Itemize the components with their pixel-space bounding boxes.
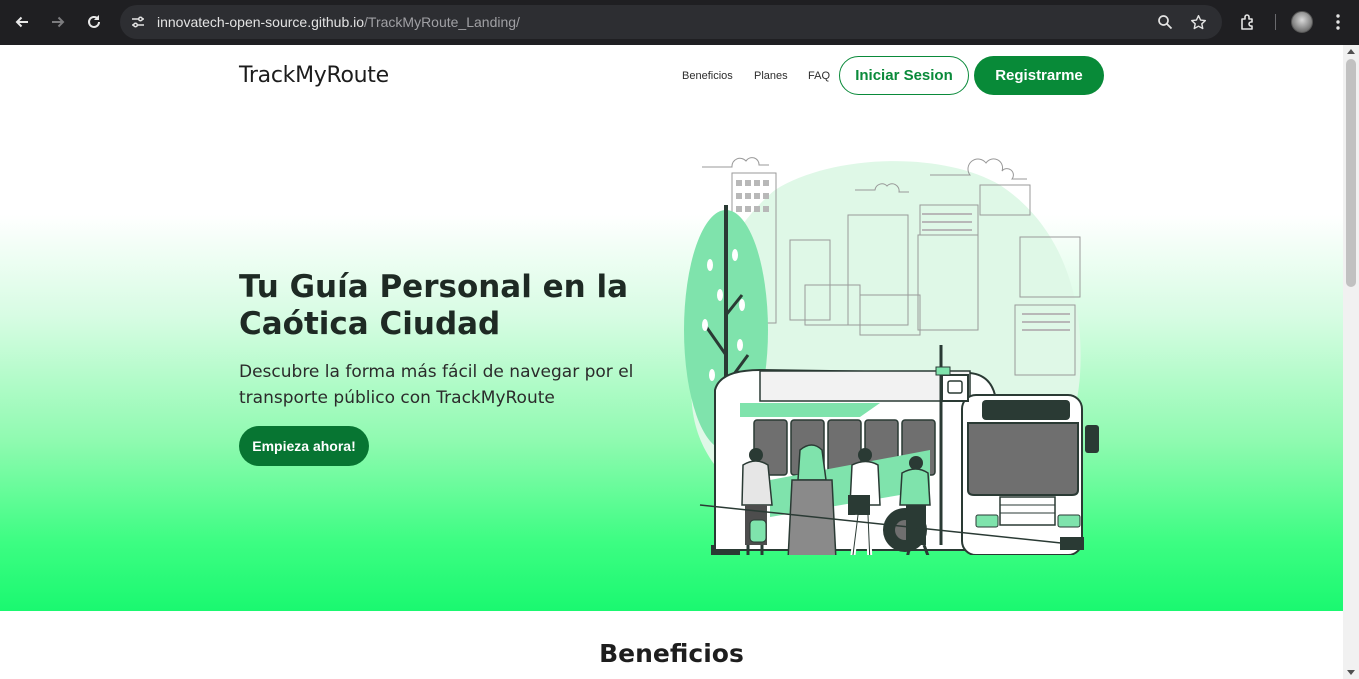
- login-button[interactable]: Iniciar Sesion: [839, 56, 969, 95]
- nav-link-beneficios[interactable]: Beneficios: [682, 70, 733, 82]
- scroll-up-arrow-icon[interactable]: [1347, 49, 1355, 54]
- scroll-down-arrow-icon[interactable]: [1347, 670, 1355, 675]
- back-icon[interactable]: [4, 4, 40, 40]
- hero-title: Tu Guía Personal en la Caótica Ciudad: [239, 269, 629, 342]
- site-settings-icon[interactable]: [128, 12, 148, 32]
- toolbar-separator: [1275, 14, 1276, 30]
- browser-toolbar: innovatech-open-source.github.io/TrackMy…: [0, 0, 1359, 45]
- bookmark-star-icon[interactable]: [1188, 12, 1208, 32]
- page-scrollbar[interactable]: [1343, 45, 1359, 679]
- nav-link-faq[interactable]: FAQ: [808, 70, 830, 82]
- scroll-thumb[interactable]: [1346, 59, 1356, 287]
- address-bar[interactable]: innovatech-open-source.github.io/TrackMy…: [120, 5, 1222, 39]
- url-text: innovatech-open-source.github.io/TrackMy…: [157, 14, 520, 30]
- site-logo[interactable]: TrackMyRoute: [239, 63, 389, 88]
- nav-link-planes[interactable]: Planes: [754, 70, 788, 82]
- reload-icon[interactable]: [76, 4, 112, 40]
- register-button[interactable]: Registrarme: [974, 56, 1104, 95]
- url-path: /TrackMyRoute_Landing/: [364, 14, 520, 30]
- url-domain: innovatech-open-source.github.io: [157, 14, 365, 30]
- profile-avatar[interactable]: [1291, 11, 1313, 33]
- hero-subtitle: Descubre la forma más fácil de navegar p…: [239, 362, 634, 408]
- get-started-button[interactable]: Empieza ahora!: [239, 426, 369, 466]
- bus-stop-illustration: [684, 157, 1099, 555]
- menu-kebab-icon[interactable]: [1321, 5, 1355, 39]
- hero-section: TrackMyRoute Beneficios Planes FAQ Inici…: [0, 45, 1343, 611]
- benefits-section-title: Beneficios: [599, 639, 744, 668]
- extensions-icon[interactable]: [1231, 5, 1265, 39]
- forward-icon[interactable]: [40, 4, 76, 40]
- zoom-icon[interactable]: [1155, 12, 1175, 32]
- page-viewport: TrackMyRoute Beneficios Planes FAQ Inici…: [0, 45, 1343, 679]
